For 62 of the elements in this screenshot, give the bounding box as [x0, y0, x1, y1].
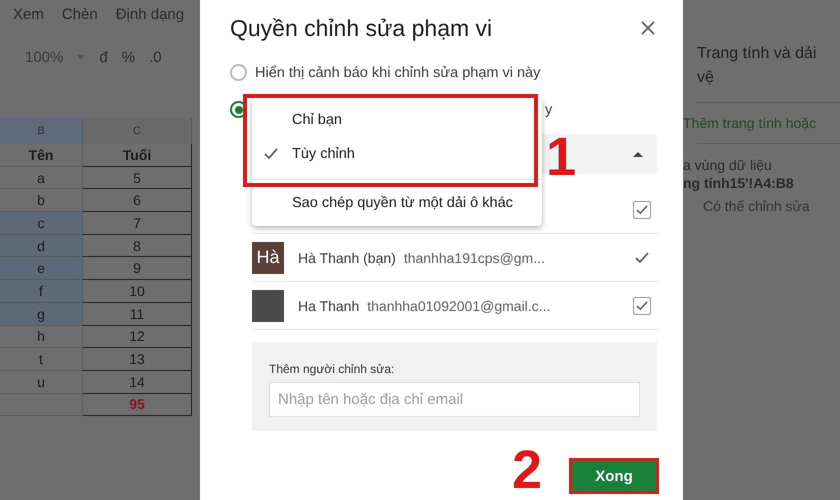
avatar: Hà	[252, 242, 284, 274]
menu-item[interactable]: Định dạng	[116, 6, 184, 32]
table-cell: h	[0, 326, 83, 348]
table-cell: 95	[83, 394, 192, 416]
table-cell: a	[0, 166, 83, 190]
panel-title: vệ	[697, 68, 715, 88]
done-button[interactable]: Xong	[569, 458, 659, 494]
toolbar-button[interactable]: .0	[149, 48, 162, 66]
table-cell: 6	[83, 189, 192, 212]
menu-option[interactable]: Sao chép quyền từ một dải ô khác	[252, 186, 542, 220]
radio-label: Hiển thị cảnh báo khi chỉnh sửa phạm vi này	[255, 64, 540, 80]
table-cell: f	[0, 280, 83, 303]
menu-option[interactable]: Tùy chỉnh	[252, 137, 542, 171]
photo-placeholder	[252, 290, 284, 322]
table-cell: c	[0, 212, 83, 235]
step-number: 2	[512, 443, 542, 497]
dialog-title: Quyền chỉnh sửa phạm vi	[230, 14, 492, 42]
table-cell: 12	[83, 326, 192, 348]
table-cell: 11	[83, 302, 192, 326]
table-cell: e	[0, 257, 83, 280]
column-header[interactable]: C	[83, 118, 192, 144]
table-cell: 13	[83, 348, 192, 371]
person-name: Ha Thanh	[298, 298, 360, 314]
range-text: ng tính15'!A4:B8	[683, 174, 795, 192]
table-cell: t	[0, 348, 83, 371]
table-cell: 9	[83, 257, 192, 280]
table-cell: g	[0, 302, 83, 326]
radio-button[interactable]	[230, 64, 247, 81]
person-name: Hà Thanh (bạn)	[298, 250, 396, 266]
caret-icon	[633, 152, 643, 156]
table-cell: Tuổi	[83, 144, 192, 167]
table-cell: 5	[83, 166, 192, 190]
caret-icon	[77, 54, 86, 60]
check-icon	[264, 148, 278, 160]
menu-item[interactable]: Chèn	[62, 6, 98, 32]
table-cell: u	[0, 370, 83, 394]
add-sheet-link[interactable]: Thêm trang tính hoặc	[683, 115, 840, 131]
close-button[interactable]	[639, 19, 657, 37]
toolbar-button[interactable]: đ	[99, 48, 108, 66]
person-email: thanhha191cps@gm...	[404, 250, 545, 266]
field-label: Thêm người chỉnh sửa:	[269, 362, 396, 376]
table-cell: 10	[83, 280, 192, 303]
table-cell: d	[0, 234, 83, 258]
column-header[interactable]: B	[0, 118, 83, 144]
range-text: a vùng dữ liệu	[683, 156, 773, 174]
radio-label: y	[545, 102, 552, 118]
menu-item[interactable]: Xem	[13, 6, 44, 32]
permission-text: Có thể chỉnh sửa	[703, 198, 811, 214]
check-icon	[636, 300, 648, 310]
table-cell: 7	[83, 212, 192, 235]
panel-title: Trang tính và dải	[697, 44, 818, 64]
menu-option[interactable]: Chỉ bạn	[252, 103, 542, 137]
table-cell: 14	[83, 370, 192, 394]
toolbar-button[interactable]: %	[122, 48, 136, 66]
table-cell: 8	[83, 234, 192, 258]
table-cell: Tên	[0, 144, 83, 167]
checkbox[interactable]	[633, 200, 651, 218]
person-email: thanhha01092001@gmail.c...	[367, 298, 550, 314]
check-icon	[636, 204, 648, 214]
step-number: 1	[546, 130, 576, 184]
checkbox[interactable]	[633, 296, 651, 314]
email-input-field[interactable]: Nhập tên hoặc địa chỉ email	[269, 382, 640, 417]
